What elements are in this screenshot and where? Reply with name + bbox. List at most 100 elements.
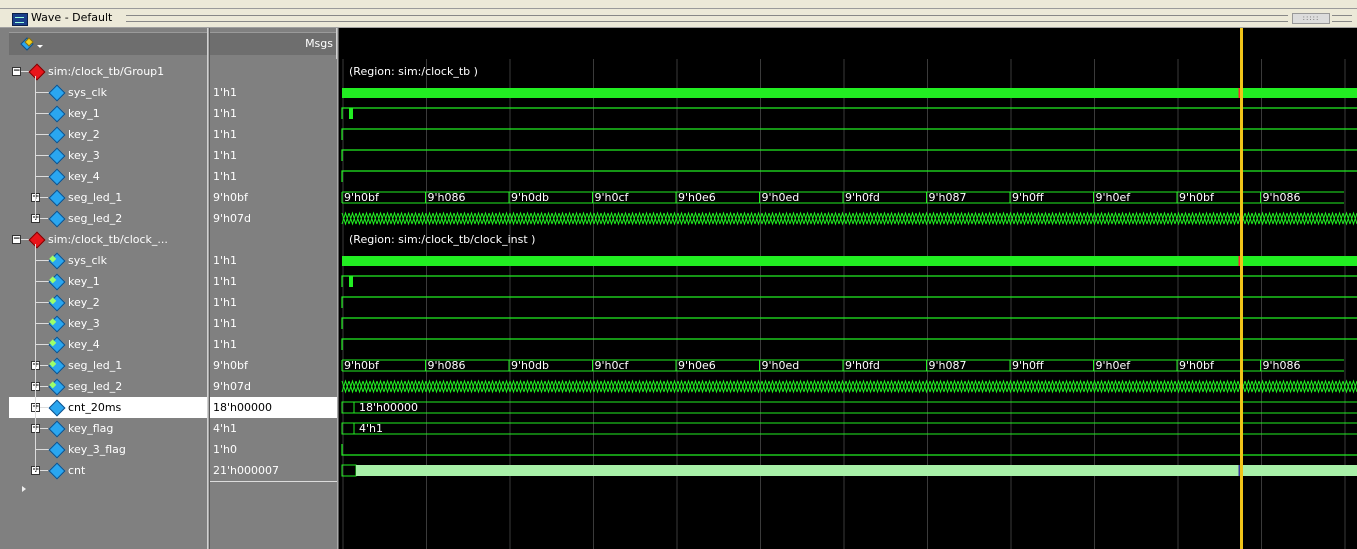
bus-value: 9'h0fd: [845, 191, 880, 204]
tree-connector: [35, 344, 49, 345]
wave-window-icon: [12, 13, 28, 26]
signal-name: key_2: [68, 296, 100, 309]
tree-group-row[interactable]: − sim:/clock_tb/clock_...: [9, 229, 207, 250]
tree-signal-row[interactable]: key_3: [9, 313, 207, 334]
tree-signal-row[interactable]: +key_flag: [9, 418, 207, 439]
wave-window-titlebar[interactable]: Wave - Default :::::: [0, 9, 1357, 28]
bus-toggle-wave: [341, 211, 1357, 226]
clock-wave: [342, 256, 1357, 266]
key-wave: [341, 170, 1357, 182]
tree-signal-row[interactable]: +seg_led_1: [9, 355, 207, 376]
tree-connector: [40, 407, 48, 408]
signal-name: cnt_20ms: [68, 401, 122, 414]
key-wave: [341, 275, 1357, 287]
bus-value: 9'h087: [929, 359, 967, 372]
tree-signal-row[interactable]: +seg_led_1: [9, 187, 207, 208]
bus-value: 4'h1: [359, 422, 383, 435]
top-strip: [0, 0, 1357, 9]
tree-signal-row[interactable]: +seg_led_2: [9, 208, 207, 229]
signal-diamond-icon: [48, 357, 66, 375]
clock-wave: [342, 88, 1357, 98]
bus-value: 9'h0ff: [1012, 191, 1044, 204]
signal-value: 1'h1: [213, 86, 237, 99]
bus-value: 9'h0db: [511, 359, 549, 372]
signal-name: key_flag: [68, 422, 114, 435]
tree-bottom-marker: [22, 486, 26, 492]
signal-diamond-icon: [48, 252, 66, 270]
tree-connector: [35, 155, 49, 156]
group-diamond-icon: [28, 231, 46, 249]
waveform-canvas[interactable]: (Region: sim:/clock_tb ) 9'h0bf 9'h086 9'h0…: [339, 59, 1357, 549]
tree-signal-row[interactable]: key_2: [9, 124, 207, 145]
bus-value: 9'h0bf: [344, 191, 380, 204]
bus-value: 9'h087: [929, 191, 967, 204]
signal-value: 9'h0bf: [213, 191, 248, 204]
tree-connector: [35, 176, 49, 177]
tree-signal-row[interactable]: sys_clk: [9, 82, 207, 103]
bus-value: 9'h086: [428, 359, 466, 372]
waveform-pane[interactable]: (Region: sim:/clock_tb ) 9'h0bf 9'h086 9'h0…: [339, 59, 1357, 549]
signal-name: seg_led_1: [68, 191, 123, 204]
cursor-line[interactable]: [1240, 28, 1243, 549]
bus-value: 9'h0e6: [678, 359, 716, 372]
wave-tool-icon[interactable]: [19, 36, 45, 52]
signal-value: 9'h0bf: [213, 359, 248, 372]
wave-header-area: [339, 28, 1357, 59]
undock-button[interactable]: :::::: [1292, 13, 1330, 24]
tree-signal-row[interactable]: key_3: [9, 145, 207, 166]
tree-signal-row[interactable]: key_2: [9, 292, 207, 313]
cnt-dense-wave: [356, 465, 1357, 476]
signal-name: sys_clk: [68, 86, 107, 99]
tree-connector: [40, 428, 48, 429]
bus-value: 9'h0ed: [762, 359, 800, 372]
bus-value: 9'h086: [428, 191, 466, 204]
tree-signal-row[interactable]: +cnt_20ms: [9, 397, 207, 418]
tree-connector: [40, 365, 48, 366]
signal-name: key_3_flag: [68, 443, 126, 456]
wave-header: Msgs: [0, 28, 1357, 59]
bus-value: 9'h0bf: [1179, 359, 1215, 372]
key-wave: [341, 128, 1357, 140]
signal-name: key_1: [68, 275, 100, 288]
tree-connector: [35, 113, 49, 114]
flag-wave: [341, 444, 1357, 456]
tree-group-row[interactable]: − sim:/clock_tb/Group1: [9, 61, 207, 82]
signal-diamond-icon: [48, 294, 66, 312]
tree-signal-row[interactable]: key_1: [9, 271, 207, 292]
signal-name: key_3: [68, 149, 100, 162]
signal-name: key_3: [68, 317, 100, 330]
collapse-icon[interactable]: −: [12, 67, 21, 76]
signal-name: key_4: [68, 338, 100, 351]
key-wave: [341, 149, 1357, 161]
tree-signal-row[interactable]: key_1: [9, 103, 207, 124]
tree-signal-row[interactable]: key_3_flag: [9, 439, 207, 460]
tree-connector: [40, 470, 48, 471]
msgs-column-header[interactable]: Msgs: [210, 32, 337, 55]
bus-value: 9'h0ef: [1096, 191, 1132, 204]
signal-value: 21'h000007: [213, 464, 279, 477]
signal-diamond-icon: [48, 168, 66, 186]
tree-vertical-line: [35, 244, 36, 471]
msgs-label: Msgs: [305, 37, 333, 50]
tree-signal-row[interactable]: +cnt: [9, 460, 207, 481]
bus-value: 9'h086: [1263, 191, 1301, 204]
signal-diamond-icon: [48, 147, 66, 165]
signal-name: seg_led_2: [68, 212, 123, 225]
bus-value: 9'h0ed: [762, 191, 800, 204]
collapse-icon[interactable]: −: [12, 235, 21, 244]
tree-signal-row[interactable]: +seg_led_2: [9, 376, 207, 397]
signal-column-header[interactable]: [9, 32, 207, 55]
region-label: (Region: sim:/clock_tb/clock_inst ): [349, 233, 535, 246]
signal-diamond-icon: [48, 105, 66, 123]
signal-name: cnt: [68, 464, 86, 477]
bus-value: 9'h0ef: [1096, 359, 1132, 372]
signal-value: 1'h1: [213, 275, 237, 288]
tree-vertical-line: [35, 76, 36, 219]
tree-signal-row[interactable]: sys_clk: [9, 250, 207, 271]
signal-name: seg_led_1: [68, 359, 123, 372]
signal-value: 4'h1: [213, 422, 237, 435]
tree-signal-row[interactable]: key_4: [9, 334, 207, 355]
signal-diamond-icon: [48, 420, 66, 438]
tree-signal-row[interactable]: key_4: [9, 166, 207, 187]
tree-connector: [35, 260, 49, 261]
